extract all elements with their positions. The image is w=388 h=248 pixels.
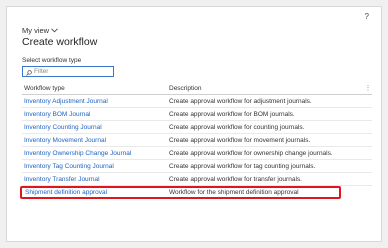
- chevron-down-icon: [51, 28, 58, 33]
- workflow-type-grid: Workflow type Description ⋮ Inventory Ad…: [20, 83, 372, 199]
- description-cell: Create approval workflow for adjustment …: [169, 97, 312, 105]
- filter-input-box[interactable]: [22, 66, 114, 77]
- table-row[interactable]: Inventory Tag Counting Journal Create ap…: [22, 160, 372, 173]
- view-selector[interactable]: My view: [22, 26, 58, 35]
- workflow-type-cell[interactable]: Inventory Transfer Journal: [22, 176, 169, 183]
- create-workflow-dialog: ? My view Create workflow Select workflo…: [6, 6, 382, 242]
- highlighted-table-row[interactable]: Shipment definition approval Workflow fo…: [20, 186, 341, 199]
- table-row[interactable]: Inventory BOM Journal Create approval wo…: [22, 108, 372, 121]
- table-row[interactable]: Inventory Transfer Journal Create approv…: [22, 173, 372, 186]
- workflow-type-cell[interactable]: Shipment definition approval: [22, 189, 169, 196]
- description-cell: Create approval workflow for counting jo…: [169, 123, 305, 131]
- workflow-type-cell[interactable]: Inventory BOM Journal: [22, 111, 169, 118]
- description-cell: Create approval workflow for tag countin…: [169, 162, 316, 170]
- workflow-type-cell[interactable]: Inventory Adjustment Journal: [22, 98, 169, 105]
- help-button[interactable]: ?: [365, 12, 369, 22]
- table-row[interactable]: Inventory Counting Journal Create approv…: [22, 121, 372, 134]
- description-cell: Create approval workflow for ownership c…: [169, 149, 333, 157]
- description-cell: Workflow for the shipment definition app…: [169, 189, 299, 196]
- description-cell: Create approval workflow for movement jo…: [169, 136, 311, 144]
- search-icon: [26, 63, 32, 81]
- description-cell: Create approval workflow for transfer jo…: [169, 175, 302, 183]
- description-cell: Create approval workflow for BOM journal…: [169, 110, 295, 118]
- column-header-description[interactable]: Description: [169, 85, 364, 92]
- table-row[interactable]: Inventory Adjustment Journal Create appr…: [22, 95, 372, 108]
- table-row[interactable]: Inventory Movement Journal Create approv…: [22, 134, 372, 147]
- page-title: Create workflow: [22, 36, 98, 48]
- view-label: My view: [22, 26, 50, 35]
- grid-header: Workflow type Description ⋮: [22, 83, 372, 95]
- column-options-icon[interactable]: ⋮: [364, 85, 372, 92]
- table-row[interactable]: Inventory Ownership Change Journal Creat…: [22, 147, 372, 160]
- workflow-type-cell[interactable]: Inventory Movement Journal: [22, 137, 169, 144]
- column-header-workflow-type[interactable]: Workflow type: [22, 85, 169, 92]
- workflow-type-cell[interactable]: Inventory Ownership Change Journal: [22, 150, 169, 157]
- workflow-type-cell[interactable]: Inventory Tag Counting Journal: [22, 163, 169, 170]
- filter-input[interactable]: [34, 67, 114, 76]
- workflow-type-cell[interactable]: Inventory Counting Journal: [22, 124, 169, 131]
